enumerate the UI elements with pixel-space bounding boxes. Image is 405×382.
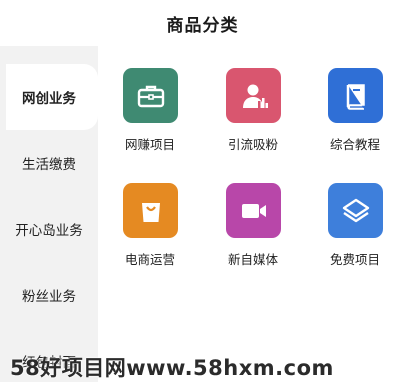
category-label: 电商运营 — [124, 252, 175, 267]
sidebar-item-label: 粉丝业务 — [22, 289, 76, 305]
category-label: 新自媒体 — [227, 252, 278, 267]
video-camera-icon — [226, 183, 281, 238]
category-item-mianfei[interactable]: 免费项目 — [310, 183, 400, 283]
watermark: 58好项目网www.58hxm.com — [10, 356, 334, 380]
category-item-dianshang[interactable]: 电商运营 — [105, 183, 195, 283]
shopping-bag-icon — [123, 183, 178, 238]
category-label: 网赚项目 — [124, 137, 175, 152]
sidebar-item-label: 开心岛业务 — [15, 223, 83, 239]
category-sidebar: 网创业务 生活缴费 开心岛业务 粉丝业务 红包封面 — [0, 46, 98, 382]
sidebar-item-wangchuang[interactable]: 网创业务 — [0, 64, 98, 130]
sidebar-item-label: 生活缴费 — [22, 157, 76, 173]
briefcase-icon — [123, 68, 178, 123]
category-item-wangzhuan[interactable]: 网赚项目 — [105, 68, 195, 168]
sidebar-item-shenghuo[interactable]: 生活缴费 — [0, 130, 98, 196]
sidebar-item-kaixindao[interactable]: 开心岛业务 — [0, 196, 98, 262]
page-title: 商品分类 — [166, 15, 239, 36]
category-grid: 网赚项目 引流吸粉 综合教程 电商运营 新自媒体 免费项目 — [98, 46, 405, 382]
sidebar-item-fensi[interactable]: 粉丝业务 — [0, 262, 98, 328]
page-header: 商品分类 — [0, 0, 405, 46]
sidebar-item-label: 网创业务 — [22, 91, 76, 107]
category-item-jiaocheng[interactable]: 综合教程 — [310, 68, 400, 168]
book-icon — [328, 68, 383, 123]
category-label: 综合教程 — [329, 137, 380, 152]
category-label: 引流吸粉 — [227, 137, 278, 152]
category-label: 免费项目 — [329, 252, 380, 267]
layers-icon — [328, 183, 383, 238]
category-item-zimeiti[interactable]: 新自媒体 — [208, 183, 298, 283]
category-item-yinliu[interactable]: 引流吸粉 — [208, 68, 298, 168]
user-chart-icon — [226, 68, 281, 123]
